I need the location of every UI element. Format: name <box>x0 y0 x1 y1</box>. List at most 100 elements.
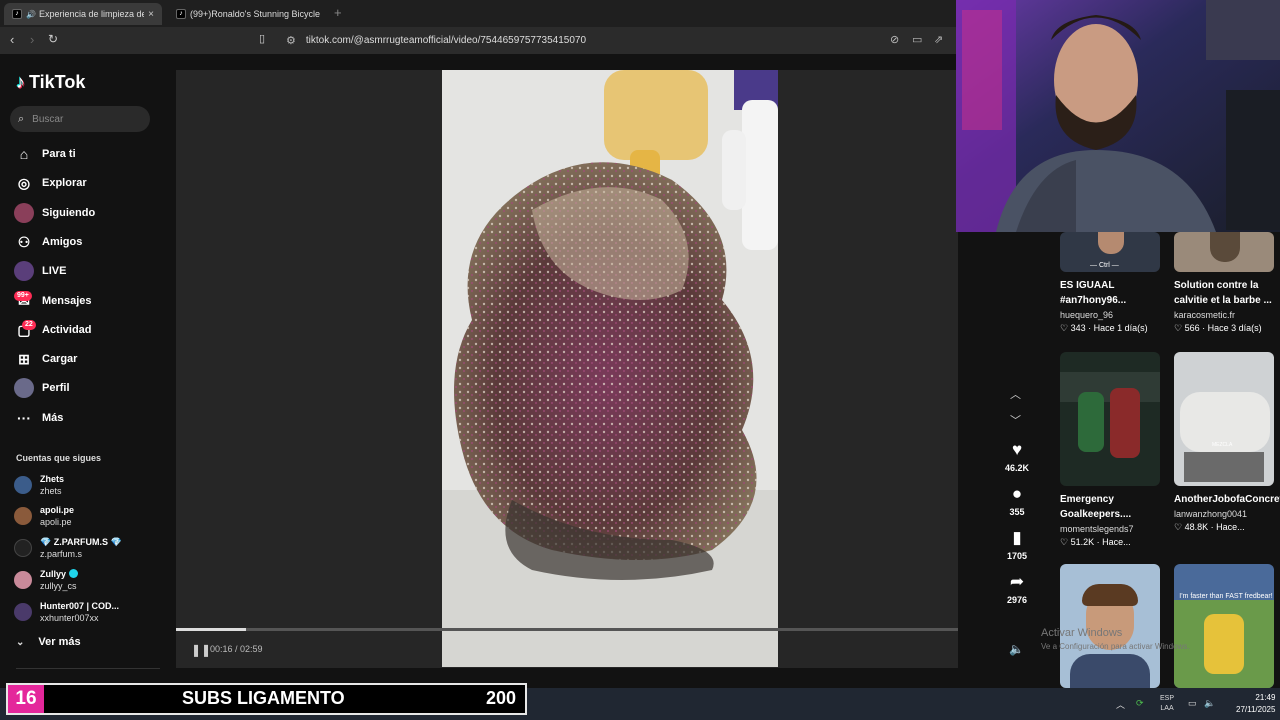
sidebar-item-cargar[interactable]: ⊞ Cargar <box>14 348 77 370</box>
chevron-down-icon[interactable]: ﹀ <box>1010 412 1021 428</box>
home-icon: ⌂ <box>19 146 29 162</box>
card-stats: ♡ 48.8K · Hace... <box>1174 522 1245 532</box>
card-title: Emergency Goalkeepers.... <box>1060 494 1132 520</box>
progress-track[interactable] <box>176 628 958 631</box>
share-button[interactable]: ➦ 2976 <box>1000 572 1034 605</box>
friends-icon: ⚇ <box>17 233 31 250</box>
thumbnail-caption: MEZCLA <box>1212 442 1233 448</box>
tiktok-logo[interactable]: ♪ TikTok <box>16 72 85 93</box>
sidebar-item-label: Perfil <box>42 382 70 394</box>
reload-icon[interactable]: ↻ <box>48 32 58 46</box>
live-icon <box>14 261 34 281</box>
avatar <box>14 571 32 589</box>
site-info-icon[interactable]: ⚙ <box>286 34 296 47</box>
sidebar-item-label: Cargar <box>42 353 78 365</box>
like-count: 46.2K <box>1004 463 1030 473</box>
account-handle: z.parfum.s <box>40 549 83 559</box>
cast-icon[interactable]: ▭ <box>912 33 922 46</box>
card-title: AnotherJobofaConcreteMixerTruckDrive... <box>1174 494 1280 505</box>
speaker-icon[interactable]: 🔈 <box>1204 698 1215 709</box>
account-handle: xxhunter007xx <box>40 613 99 623</box>
recommendation-card[interactable]: MEZCLA AnotherJobofaConcreteMixerTruckDr… <box>1174 352 1280 533</box>
audio-icon: 🔊 <box>26 9 36 19</box>
video-content <box>442 70 778 667</box>
pause-icon[interactable]: ❚❚ <box>191 643 211 657</box>
playback-time: 00:16 / 02:59 <box>210 644 263 654</box>
recommendation-card[interactable]: Emergency Goalkeepers.... momentslegends… <box>1060 352 1164 548</box>
reader-mode-icon[interactable]: ⊘ <box>890 33 899 46</box>
video-frame[interactable] <box>442 70 778 667</box>
see-more-button[interactable]: ⌄ Ver más <box>16 636 81 648</box>
following-account[interactable]: Hunter007 | COD... xxhunter007xx <box>14 599 119 625</box>
lang-code: ESP <box>1160 695 1175 702</box>
following-avatar <box>14 203 34 223</box>
sidebar-item-siguiendo[interactable]: Siguiendo <box>14 202 95 224</box>
account-name: Hunter007 | COD... <box>40 601 120 611</box>
save-button[interactable]: ▮ 1705 <box>1000 528 1034 561</box>
account-handle: zhets <box>40 486 62 496</box>
profile-avatar <box>14 378 34 398</box>
network-icon[interactable]: ▭ <box>1188 698 1197 709</box>
recommendation-card[interactable]: — Ctrl — ES IGUAAL #an7hony96... huequer… <box>1060 232 1164 334</box>
share-arrow-icon: ➦ <box>1009 572 1025 591</box>
watermark-line2: Ve a Configuración para activar Windows. <box>1041 642 1190 651</box>
close-tab-icon[interactable]: × <box>148 9 154 20</box>
sidebar-item-label: Siguiendo <box>42 207 96 219</box>
account-name: Zhets <box>40 474 65 484</box>
sidebar-item-label: Explorar <box>42 177 87 189</box>
recommendation-card[interactable]: Solution contre la calvitie et la barbe … <box>1174 232 1278 334</box>
activity-badge: 22 <box>22 320 36 330</box>
screen: ♪ 🔊 Experiencia de limpieza de al × ♪ (9… <box>0 0 1280 720</box>
card-stats: ♡ 566 · Hace 3 día(s) <box>1174 323 1262 333</box>
sidebar-item-perfil[interactable]: Perfil <box>14 377 70 399</box>
back-icon[interactable]: ‹ <box>10 32 14 47</box>
following-account[interactable]: Zullyy zullyy_cs <box>14 567 79 593</box>
comment-button[interactable]: ● 355 <box>1000 484 1034 517</box>
account-name: Zullyy <box>40 569 67 579</box>
tiktok-favicon-icon: ♪ <box>176 9 186 19</box>
comment-count: 355 <box>1009 507 1025 517</box>
sidebar-item-label: Actividad <box>42 324 92 336</box>
search-placeholder: Buscar <box>32 113 64 125</box>
video-thumbnail: — Ctrl — <box>1060 232 1160 272</box>
chevron-up-icon[interactable]: ︿ <box>1010 386 1021 402</box>
search-input[interactable]: ⌕ Buscar <box>10 106 150 132</box>
sidebar-item-amigos[interactable]: ⚇ Amigos <box>14 231 83 253</box>
windows-activation-watermark: Activar Windows Ve a Configuración para … <box>1041 626 1190 654</box>
sidebar-item-mas[interactable]: ··· Más <box>14 407 63 429</box>
messages-badge: 99+ <box>14 291 32 301</box>
tiktok-note-icon: ♪ <box>16 72 25 92</box>
subs-goal-label: SUBS LIGAMENTO <box>182 688 345 708</box>
sidebar-item-para-ti[interactable]: ⌂ Para ti <box>14 143 76 165</box>
sync-icon[interactable]: ⟳ <box>1136 698 1144 709</box>
new-tab-button[interactable]: + <box>334 5 342 20</box>
following-section-title: Cuentas que sigues <box>16 453 102 463</box>
system-clock[interactable]: 21:49 27/11/2025 <box>1236 692 1275 716</box>
language-indicator[interactable]: ESP LAA <box>1160 694 1174 714</box>
subs-goal-target: 200 <box>486 688 517 708</box>
thumbnail-caption: I'm faster than FAST fredbear! <box>1179 593 1273 600</box>
sidebar-item-explorar[interactable]: ◎ Explorar <box>14 172 87 194</box>
recommendations-panel: — Ctrl — ES IGUAAL #an7hony96... huequer… <box>1044 232 1280 688</box>
recommendation-card[interactable]: I'm faster than FAST fredbear! <box>1174 564 1278 688</box>
sidebar-item-live[interactable]: LIVE <box>14 260 66 282</box>
card-stats: ♡ 51.2K · Hace... <box>1060 537 1131 547</box>
show-hidden-icons-icon[interactable]: ︿ <box>1116 698 1125 711</box>
tab-title: Experiencia de limpieza de al <box>38 9 145 19</box>
tiktok-favicon-icon: ♪ <box>12 9 22 19</box>
forward-icon[interactable]: › <box>30 32 34 47</box>
clock-time: 21:49 <box>1255 693 1276 702</box>
watermark-line1: Activar Windows <box>1041 627 1123 639</box>
like-button[interactable]: ♥ 46.2K <box>1000 440 1034 473</box>
address-bar[interactable]: ⚙ tiktok.com/@asmrrugteamofficial/video/… <box>286 30 986 51</box>
following-account[interactable]: apoli.pe apoli.pe <box>14 503 74 529</box>
tab-active[interactable]: ♪ 🔊 Experiencia de limpieza de al × <box>4 3 162 25</box>
save-count: 1705 <box>1006 551 1028 561</box>
tab-inactive[interactable]: ♪ (99+)Ronaldo's Stunning Bicycle Kick <box>168 3 328 25</box>
bookmark-icon[interactable]: ▯ <box>259 32 265 45</box>
following-account[interactable]: 💎 Z.PARFUM.S 💎 z.parfum.s <box>14 535 122 561</box>
following-account[interactable]: Zhets zhets <box>14 472 64 498</box>
thumbnail-caption: — Ctrl — <box>1090 262 1119 269</box>
volume-icon[interactable]: 🔈 <box>1009 642 1024 656</box>
share-icon[interactable]: ⇗ <box>934 33 943 46</box>
